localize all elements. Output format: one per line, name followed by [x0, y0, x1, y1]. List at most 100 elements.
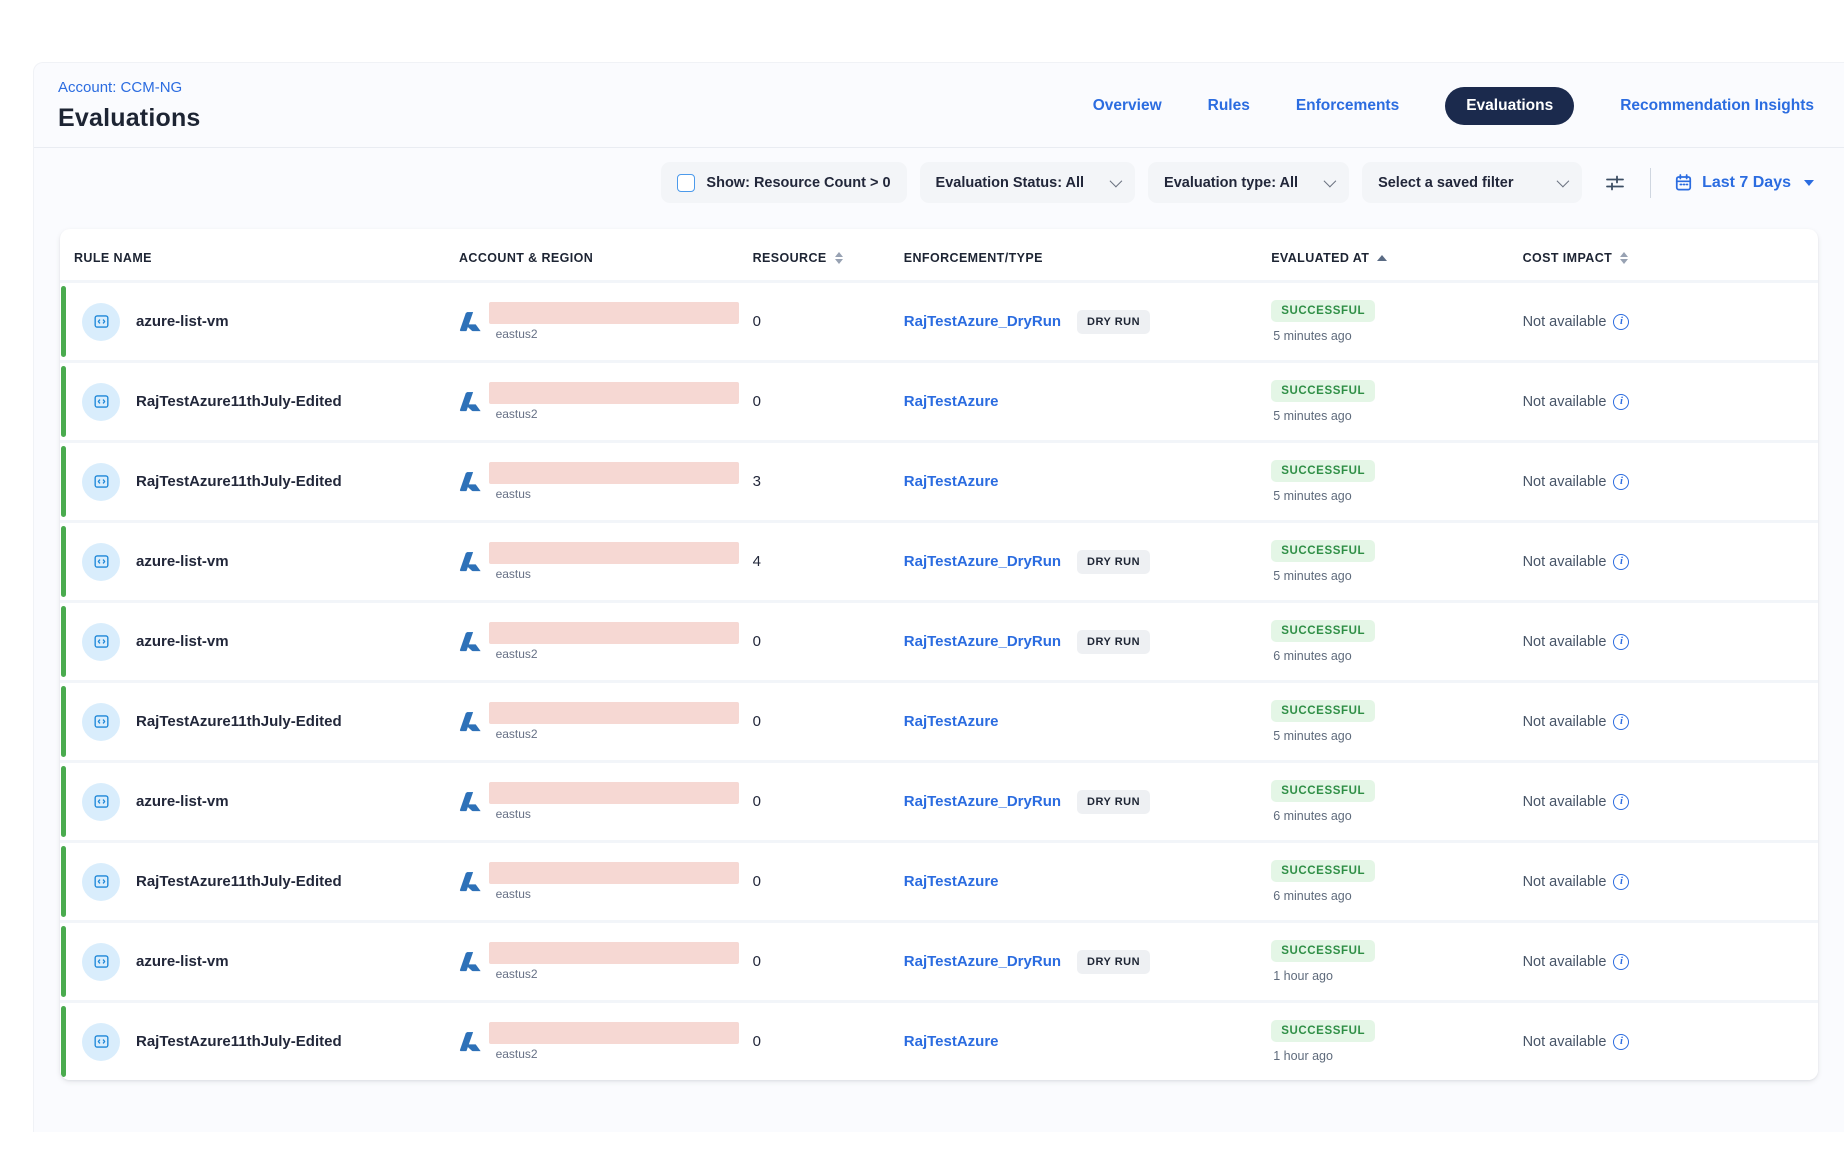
info-icon[interactable]: i: [1613, 714, 1629, 730]
info-icon[interactable]: i: [1613, 1034, 1629, 1050]
info-icon[interactable]: i: [1613, 794, 1629, 810]
evaluation-type-dropdown[interactable]: Evaluation type: All: [1148, 162, 1349, 203]
status-badge: SUCCESSFUL: [1271, 940, 1375, 962]
info-icon[interactable]: i: [1613, 634, 1629, 650]
enforcement-link[interactable]: RajTestAzure: [904, 1033, 999, 1050]
cost-impact-cell: Not available i: [1509, 794, 1818, 810]
cost-impact-cell: Not available i: [1509, 714, 1818, 730]
rule-cell: azure-list-vm: [60, 623, 445, 661]
col-cost-impact[interactable]: COST IMPACT: [1509, 251, 1818, 265]
enforcement-link[interactable]: RajTestAzure_DryRun: [904, 553, 1061, 570]
calendar-icon: [1674, 173, 1693, 192]
enforcement-link[interactable]: RajTestAzure_DryRun: [904, 793, 1061, 810]
cost-impact-cell: Not available i: [1509, 1034, 1818, 1050]
nav-tab-overview[interactable]: Overview: [1093, 97, 1162, 115]
nav-tab-enforcements[interactable]: Enforcements: [1296, 97, 1399, 115]
rule-name: RajTestAzure11thJuly-Edited: [136, 713, 342, 730]
enforcement-link[interactable]: RajTestAzure_DryRun: [904, 953, 1061, 970]
region-label: eastus2: [489, 407, 739, 421]
enforcement-cell: RajTestAzure: [890, 713, 1257, 730]
resource-count-filter[interactable]: Show: Resource Count > 0: [661, 162, 906, 203]
account-meta: eastus2: [489, 1022, 739, 1061]
cost-impact-value: Not available: [1523, 314, 1607, 330]
nav-tab-recommendation-insights[interactable]: Recommendation Insights: [1620, 97, 1814, 115]
enforcement-link[interactable]: RajTestAzure: [904, 473, 999, 490]
resource-count: 0: [739, 633, 890, 650]
account-meta: eastus: [489, 862, 739, 901]
azure-icon: [459, 705, 482, 738]
col-resource[interactable]: RESOURCE: [739, 251, 890, 265]
sort-icon[interactable]: [1620, 252, 1628, 265]
info-icon[interactable]: i: [1613, 394, 1629, 410]
rule-cell: azure-list-vm: [60, 943, 445, 981]
status-badge: SUCCESSFUL: [1271, 860, 1375, 882]
account-meta: eastus2: [489, 382, 739, 421]
status-badge: SUCCESSFUL: [1271, 620, 1375, 642]
resource-count: 0: [739, 713, 890, 730]
redacted-account-name: [489, 542, 739, 564]
cost-impact-value: Not available: [1523, 794, 1607, 810]
col-evaluated-at[interactable]: EVALUATED AT: [1257, 251, 1508, 265]
table-row[interactable]: azure-list-vm eastus 4 RajTestAzure_DryR…: [60, 520, 1818, 600]
nav-tab-evaluations[interactable]: Evaluations: [1445, 87, 1574, 125]
redacted-account-name: [489, 702, 739, 724]
enforcement-cell: RajTestAzure: [890, 1033, 1257, 1050]
row-status-accent: [61, 686, 66, 757]
table-row[interactable]: azure-list-vm eastus2 0 RajTestAzure_Dry…: [60, 920, 1818, 1000]
azure-icon: [459, 1025, 482, 1058]
row-status-accent: [61, 1006, 66, 1077]
caret-down-icon: [1804, 180, 1814, 186]
rule-icon: [82, 943, 120, 981]
status-badge: SUCCESSFUL: [1271, 780, 1375, 802]
sort-icon[interactable]: [835, 252, 843, 265]
info-icon[interactable]: i: [1613, 314, 1629, 330]
evaluation-status-dropdown[interactable]: Evaluation Status: All: [920, 162, 1136, 203]
cost-impact-value: Not available: [1523, 554, 1607, 570]
redacted-account-name: [489, 942, 739, 964]
rule-icon: [82, 463, 120, 501]
nav-tab-rules[interactable]: Rules: [1208, 97, 1250, 115]
rule-icon: [82, 783, 120, 821]
enforcement-cell: RajTestAzure_DryRun DRY RUN: [890, 950, 1257, 974]
table-row[interactable]: RajTestAzure11thJuly-Edited eastus 0 Raj…: [60, 840, 1818, 920]
enforcement-link[interactable]: RajTestAzure_DryRun: [904, 633, 1061, 650]
evaluated-at-cell: SUCCESSFUL 1 hour ago: [1257, 1020, 1508, 1063]
azure-icon: [459, 305, 482, 338]
saved-filter-select[interactable]: Select a saved filter: [1362, 162, 1582, 203]
redacted-account-name: [489, 782, 739, 804]
filter-settings-icon[interactable]: [1603, 171, 1627, 195]
enforcement-cell: RajTestAzure: [890, 873, 1257, 890]
redacted-account-name: [489, 622, 739, 644]
info-icon[interactable]: i: [1613, 954, 1629, 970]
info-icon[interactable]: i: [1613, 554, 1629, 570]
region-label: eastus2: [489, 1047, 739, 1061]
info-icon[interactable]: i: [1613, 474, 1629, 490]
account-meta: eastus: [489, 782, 739, 821]
cost-impact-cell: Not available i: [1509, 874, 1818, 890]
azure-icon: [459, 865, 482, 898]
enforcement-link[interactable]: RajTestAzure: [904, 713, 999, 730]
table-row[interactable]: azure-list-vm eastus2 0 RajTestAzure_Dry…: [60, 280, 1818, 360]
account-breadcrumb[interactable]: Account: CCM-NG: [58, 79, 201, 96]
evaluated-time: 1 hour ago: [1271, 969, 1508, 983]
table-row[interactable]: RajTestAzure11thJuly-Edited eastus 3 Raj…: [60, 440, 1818, 520]
rule-cell: RajTestAzure11thJuly-Edited: [60, 863, 445, 901]
rule-icon: [82, 383, 120, 421]
table-row[interactable]: RajTestAzure11thJuly-Edited eastus2 0 Ra…: [60, 360, 1818, 440]
info-icon[interactable]: i: [1613, 874, 1629, 890]
enforcement-link[interactable]: RajTestAzure: [904, 873, 999, 890]
evaluated-time: 5 minutes ago: [1271, 729, 1508, 743]
table-row[interactable]: RajTestAzure11thJuly-Edited eastus2 0 Ra…: [60, 680, 1818, 760]
chevron-down-icon: [1324, 175, 1337, 188]
table-row[interactable]: azure-list-vm eastus 0 RajTestAzure_DryR…: [60, 760, 1818, 840]
rule-name: azure-list-vm: [136, 633, 229, 650]
table-row[interactable]: RajTestAzure11thJuly-Edited eastus2 0 Ra…: [60, 1000, 1818, 1080]
date-range-picker[interactable]: Last 7 Days: [1674, 173, 1814, 192]
enforcement-link[interactable]: RajTestAzure: [904, 393, 999, 410]
resource-count-label: Show: Resource Count > 0: [706, 175, 890, 191]
table-row[interactable]: azure-list-vm eastus2 0 RajTestAzure_Dry…: [60, 600, 1818, 680]
resource-count-checkbox[interactable]: [677, 174, 695, 192]
evaluated-at-cell: SUCCESSFUL 6 minutes ago: [1257, 860, 1508, 903]
status-badge: SUCCESSFUL: [1271, 540, 1375, 562]
enforcement-link[interactable]: RajTestAzure_DryRun: [904, 313, 1061, 330]
